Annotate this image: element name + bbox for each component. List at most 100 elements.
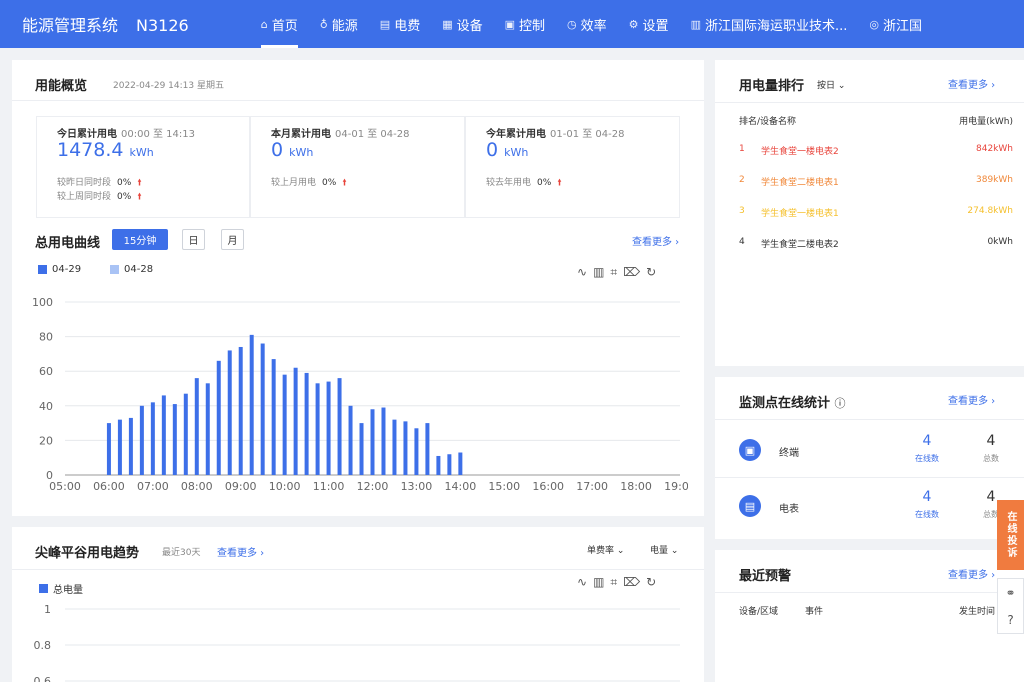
divider	[12, 569, 704, 570]
bar	[425, 423, 430, 475]
crop-icon[interactable]: ⌗	[610, 265, 617, 280]
x-tick-label: 06:00	[93, 480, 125, 493]
terminal-total-count: 4	[986, 433, 996, 449]
ranking-row[interactable]: 3 学生食堂一楼电表1 274.8kWh	[739, 206, 1013, 219]
x-tick-label: 10:00	[269, 480, 301, 493]
rank-number: 3	[739, 206, 745, 216]
nav-item-4[interactable]: ▣ 控制	[505, 0, 545, 48]
x-tick-label: 15:00	[488, 480, 520, 493]
ranking-row[interactable]: 1 学生食堂一楼电表2 842kWh	[739, 144, 1013, 157]
user-icon: ◎	[869, 17, 879, 31]
meter-label: 电表	[779, 504, 799, 515]
nav-item-1[interactable]: ♁ 能源	[320, 0, 358, 48]
nav-label: 首页	[271, 18, 298, 34]
rate-dropdown[interactable]: 单费率 ⌄	[587, 543, 624, 556]
alerts-card: 最近预警 查看更多 › 设备/区域 事件 发生时间	[715, 550, 1024, 682]
x-tick-label: 08:00	[181, 480, 213, 493]
meter-icon: ▤	[739, 495, 761, 517]
refresh-icon[interactable]: ↻	[646, 265, 656, 280]
up-arrow-icon: 🠙	[557, 178, 562, 188]
nav-label: 设置	[642, 18, 669, 34]
legend-series-2[interactable]: 04-28	[110, 264, 153, 275]
legend-series-1[interactable]: 04-29	[38, 264, 81, 275]
bar	[260, 343, 265, 475]
bar	[172, 404, 177, 475]
online-more-link[interactable]: 查看更多 ›	[948, 392, 995, 407]
month-usage-label: 本月累计用电 04-01 至 04-28	[271, 129, 410, 140]
interval-day-button[interactable]: 日	[182, 229, 205, 250]
ranking-period-dropdown[interactable]: 按日 ⌄	[817, 78, 845, 91]
year-cmp-lastyear: 较去年用电 0% 🠙	[486, 178, 562, 188]
bar	[271, 359, 276, 475]
building-icon: ▥	[690, 17, 701, 31]
terminal-online-count[interactable]: 4	[907, 433, 947, 449]
ranking-title: 用电量排行	[739, 79, 805, 94]
nav-label: 能源	[331, 18, 358, 34]
device-name: 学生食堂一楼电表2	[761, 147, 839, 157]
line-chart-icon[interactable]: ∿	[577, 575, 587, 590]
usage-value: 389kWh	[976, 175, 1013, 185]
crop-icon[interactable]: ⌗	[610, 575, 617, 590]
nav-item-2[interactable]: ▤ 电费	[380, 0, 420, 48]
bar	[436, 455, 441, 475]
home-icon: ⌂	[260, 17, 268, 31]
bar	[370, 409, 375, 475]
interval-15min-button[interactable]: 15分钟	[112, 229, 168, 250]
nav-item-5[interactable]: ◷ 效率	[567, 0, 607, 48]
bill-icon: ▤	[379, 17, 391, 31]
bar	[447, 454, 452, 475]
x-tick-label: 16:00	[532, 480, 564, 493]
metric-dropdown[interactable]: 电量 ⌄	[650, 543, 678, 556]
help-icon[interactable]: ?	[1007, 613, 1013, 627]
bar-chart-icon[interactable]: ▥	[593, 265, 604, 280]
interval-month-button[interactable]: 月	[221, 229, 244, 250]
bar	[139, 405, 144, 475]
up-arrow-icon: 🠙	[342, 178, 347, 188]
alerts-col-event: 事件	[805, 607, 824, 617]
online-complaint-button[interactable]: 在线投诉	[997, 500, 1024, 570]
help-icon[interactable]: ⓘ	[835, 397, 846, 410]
alerts-col-time: 发生时间	[959, 607, 996, 617]
bar	[403, 421, 408, 475]
nav-item-0[interactable]: ⌂ 首页	[260, 0, 298, 48]
usage-value: 842kWh	[976, 144, 1013, 154]
x-tick-label: 07:00	[137, 480, 169, 493]
overview-title: 用能概览	[35, 79, 88, 94]
meter-online-count[interactable]: 4	[907, 489, 947, 505]
nav-item-7[interactable]: ▥ 浙江国际海运职业技术...	[691, 0, 848, 48]
nav-item-6[interactable]: ⚙ 设置	[629, 0, 669, 48]
nav-item-3[interactable]: ▦ 设备	[442, 0, 482, 48]
bar	[304, 372, 309, 475]
alerts-more-link[interactable]: 查看更多 ›	[948, 566, 995, 581]
restore-icon[interactable]: ⌦	[623, 265, 640, 280]
bar	[315, 383, 320, 475]
bar	[194, 378, 199, 475]
bar-chart-icon[interactable]: ▥	[593, 575, 604, 590]
bar	[238, 346, 243, 475]
online-stats-card: 监测点在线统计 ⓘ 查看更多 › ▣ 终端 4 在线数 4 总数 ▤ 电表 4 …	[715, 377, 1024, 539]
device-name: 学生食堂二楼电表2	[761, 240, 839, 250]
clock-icon: ◷	[567, 17, 577, 31]
device-name: 学生食堂二楼电表1	[761, 178, 839, 188]
nav-label: 电费	[394, 18, 421, 34]
bar	[326, 381, 331, 475]
curve-more-link[interactable]: 查看更多 ›	[632, 233, 679, 248]
divider	[715, 419, 1024, 420]
ranking-more-link[interactable]: 查看更多 ›	[948, 76, 995, 91]
legend-total-energy[interactable]: 总电量	[39, 581, 83, 596]
restore-icon[interactable]: ⌦	[623, 575, 640, 590]
terminal-icon: ▣	[739, 439, 761, 461]
link-icon[interactable]: ⚭	[1005, 586, 1015, 600]
ranking-row[interactable]: 4 学生食堂二楼电表2 0kWh	[739, 237, 1013, 250]
line-chart-icon[interactable]: ∿	[577, 265, 587, 280]
refresh-icon[interactable]: ↻	[646, 575, 656, 590]
x-tick-label: 05:00	[49, 480, 81, 493]
bar	[249, 334, 254, 475]
nav-item-8[interactable]: ◎ 浙江国	[869, 0, 922, 48]
month-usage-panel: 本月累计用电 04-01 至 04-28 0 kWh 较上月用电 0% 🠙	[250, 116, 465, 218]
overview-datetime: 2022-04-29 14:13 星期五	[113, 81, 224, 91]
y-tick-label: 20	[39, 434, 53, 447]
peak-more-link[interactable]: 查看更多 ›	[217, 544, 264, 559]
divider	[12, 100, 704, 101]
ranking-row[interactable]: 2 学生食堂二楼电表1 389kWh	[739, 175, 1013, 188]
